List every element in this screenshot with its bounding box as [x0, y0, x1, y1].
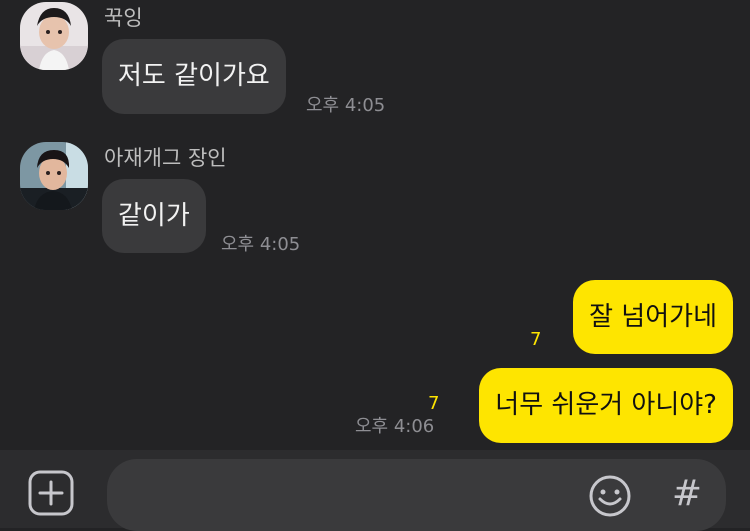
message-bubble-outgoing[interactable]: 너무 쉬운거 아니야?: [479, 368, 733, 443]
message-text: 잘 넘어가네: [589, 302, 717, 332]
unread-count: 7: [530, 329, 542, 350]
avatar-photo-icon: [20, 2, 88, 70]
chat-area: 꾹잉 저도 같이가요 오후 4:05 아재개그 장인 같이가 오후 4:05 7…: [0, 0, 750, 450]
message-bubble-outgoing[interactable]: 잘 넘어가네: [573, 280, 733, 354]
message-time: 오후 4:05: [306, 95, 386, 116]
message-bubble-incoming[interactable]: 같이가: [102, 179, 206, 253]
smiley-icon[interactable]: [587, 473, 633, 519]
hashtag-button[interactable]: #: [667, 471, 707, 517]
plus-square-icon[interactable]: [28, 470, 74, 516]
sender-name: 아재개그 장인: [104, 146, 227, 170]
message-time: 오후 4:05: [221, 234, 301, 255]
message-input-box[interactable]: #: [107, 459, 726, 531]
avatar[interactable]: [20, 142, 88, 210]
avatar-photo-icon: [20, 142, 88, 210]
message-input[interactable]: [127, 477, 571, 515]
message-bubble-incoming[interactable]: 저도 같이가요: [102, 39, 286, 114]
message-composer: #: [0, 450, 750, 531]
message-time: 오후 4:06: [355, 416, 435, 437]
unread-count: 7: [428, 393, 440, 414]
sender-name: 꾹잉: [104, 6, 143, 30]
message-text: 같이가: [118, 201, 190, 231]
avatar[interactable]: [20, 2, 88, 70]
message-text: 너무 쉬운거 아니야?: [495, 390, 717, 420]
message-text: 저도 같이가요: [118, 61, 270, 91]
